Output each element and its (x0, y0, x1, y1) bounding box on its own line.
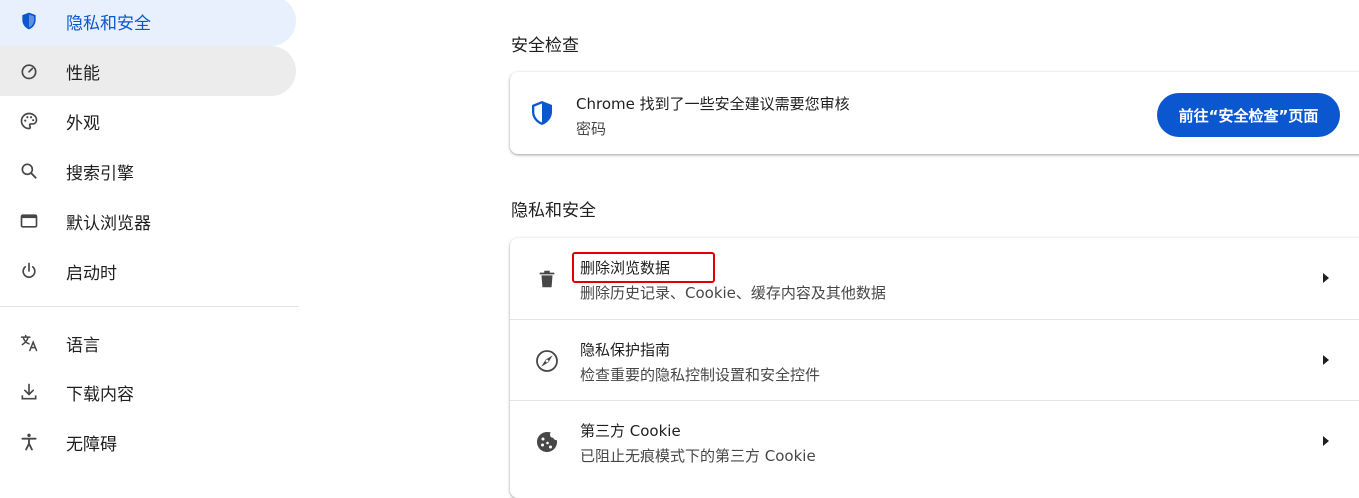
sidebar-item-privacy-security[interactable]: 隐私和安全 (0, 0, 296, 46)
go-to-safety-check-button[interactable]: 前往“安全检查”页面 (1157, 93, 1340, 137)
sidebar-item-label: 下载内容 (66, 384, 134, 405)
sidebar-item-appearance[interactable]: 外观 (0, 96, 296, 146)
sidebar-item-label: 隐私和安全 (66, 13, 151, 34)
sidebar-item-label: 外观 (66, 113, 100, 134)
sidebar-item-on-startup[interactable]: 启动时 (0, 246, 296, 296)
cookie-icon (534, 429, 560, 455)
chevron-right-icon (1320, 352, 1332, 368)
shield-icon (530, 100, 554, 126)
sidebar-divider (0, 306, 299, 307)
row-title: 第三方 Cookie (580, 422, 681, 440)
translate-icon (18, 332, 40, 354)
sidebar-item-performance[interactable]: 性能 (0, 46, 296, 96)
sidebar-item-accessibility[interactable]: 无障碍 (0, 417, 296, 467)
privacy-security-heading: 隐私和安全 (511, 201, 596, 221)
sidebar-item-label: 默认浏览器 (66, 213, 151, 234)
row-subtitle: 检查重要的隐私控制设置和安全控件 (580, 366, 821, 384)
browser-window-icon (18, 210, 40, 232)
safety-check-detail: 密码 (576, 120, 607, 138)
chevron-right-icon (1320, 433, 1332, 449)
speedometer-icon (18, 60, 40, 82)
row-title: 隐私保护指南 (580, 341, 671, 359)
accessibility-icon (18, 431, 40, 453)
sidebar-item-search-engine[interactable]: 搜索引擎 (0, 146, 296, 196)
sidebar-item-languages[interactable]: 语言 (0, 318, 296, 368)
sidebar-item-label: 无障碍 (66, 434, 117, 455)
row-subtitle: 已阻止无痕模式下的第三方 Cookie (580, 447, 816, 465)
shield-icon (18, 10, 40, 32)
sidebar-item-label: 启动时 (66, 263, 117, 284)
sidebar-item-default-browser[interactable]: 默认浏览器 (0, 196, 296, 246)
highlight-annotation-box (572, 252, 715, 283)
safety-check-message: Chrome 找到了一些安全建议需要您审核 (576, 95, 850, 113)
download-icon (18, 381, 40, 403)
safety-check-card: Chrome 找到了一些安全建议需要您审核 密码 前往“安全检查”页面 (510, 72, 1359, 154)
sidebar-item-label: 性能 (66, 63, 100, 84)
sidebar-item-label: 搜索引擎 (66, 163, 134, 184)
clear-browsing-data-row[interactable]: 删除浏览数据 删除历史记录、Cookie、缓存内容及其他数据 (510, 238, 1359, 319)
palette-icon (18, 110, 40, 132)
privacy-security-card: 删除浏览数据 删除历史记录、Cookie、缓存内容及其他数据 隐私保护指南 检查… (510, 238, 1359, 498)
search-icon (18, 160, 40, 182)
safety-check-heading: 安全检查 (511, 36, 579, 56)
trash-icon (534, 266, 560, 292)
privacy-guide-row[interactable]: 隐私保护指南 检查重要的隐私控制设置和安全控件 (510, 319, 1359, 400)
third-party-cookies-row[interactable]: 第三方 Cookie 已阻止无痕模式下的第三方 Cookie (510, 400, 1359, 481)
chevron-right-icon (1320, 270, 1332, 286)
power-icon (18, 260, 40, 282)
sidebar-item-label: 语言 (66, 335, 100, 356)
row-subtitle: 删除历史记录、Cookie、缓存内容及其他数据 (580, 284, 886, 302)
settings-sidebar: 隐私和安全 性能 外观 搜索引擎 默认浏览器 启动时 语言 下载内容 无障碍 (0, 0, 300, 485)
sidebar-item-downloads[interactable]: 下载内容 (0, 367, 296, 417)
compass-icon (534, 348, 560, 374)
